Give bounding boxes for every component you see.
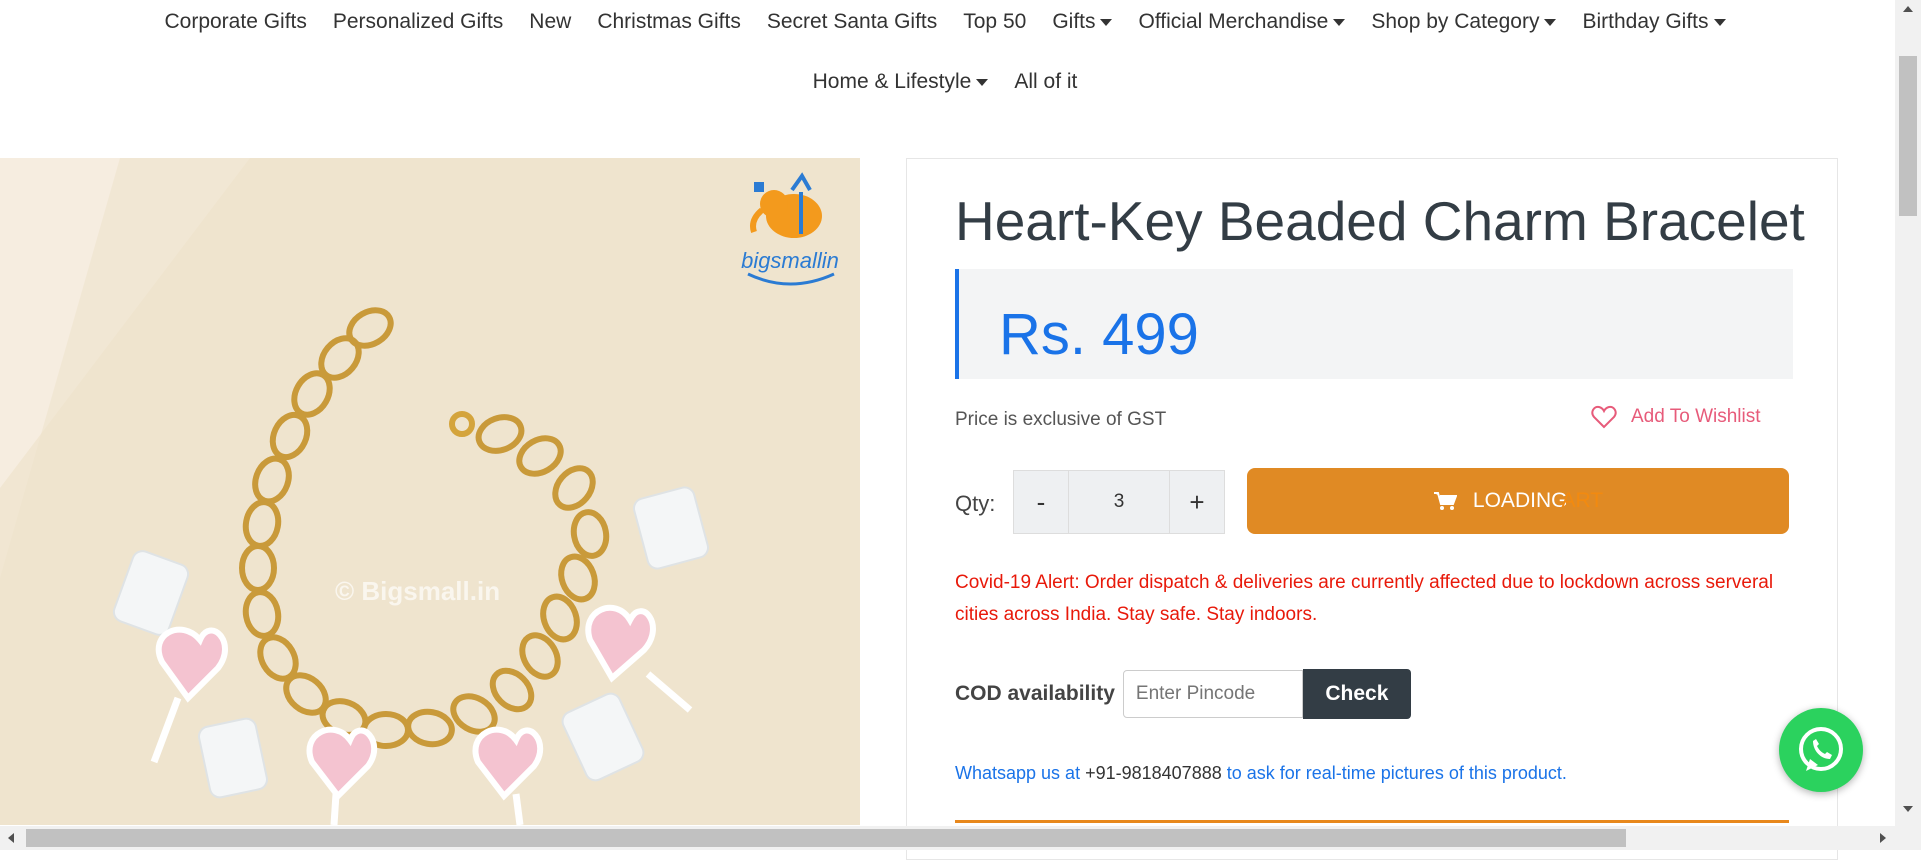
scroll-right-arrow-icon[interactable]	[1880, 833, 1886, 843]
nav-item-label: Christmas Gifts	[597, 10, 741, 33]
nav-item-label: Gifts	[1052, 10, 1096, 33]
quantity-stepper: - +	[1013, 470, 1225, 534]
qty-label: Qty:	[955, 491, 996, 516]
nav-item-top-50[interactable]: Top 50	[950, 10, 1039, 34]
qty-input[interactable]	[1068, 471, 1170, 533]
covid-alert: Covid-19 Alert: Order dispatch & deliver…	[955, 572, 1774, 625]
section-divider	[955, 820, 1789, 823]
whatsapp-chat-button[interactable]	[1779, 708, 1863, 792]
bracelet-photo	[0, 158, 860, 825]
qty-decrease-button[interactable]: -	[1014, 471, 1068, 533]
horizontal-scrollbar[interactable]	[0, 826, 1921, 850]
elephant-logo-icon: bigsmallin	[741, 172, 839, 286]
vertical-scrollbar[interactable]	[1895, 0, 1921, 826]
nav-item-label: Shop by Category	[1371, 10, 1540, 33]
scroll-up-arrow-icon[interactable]	[1903, 6, 1913, 12]
nav-item-home-lifestyle[interactable]: Home & Lifestyle	[800, 70, 1002, 94]
whatsapp-phone[interactable]: +91-9818407888	[1085, 763, 1222, 783]
product-details-card: Heart-Key Beaded Charm Bracelet Rs. 499 …	[906, 158, 1838, 860]
nav-item-gifts[interactable]: Gifts	[1039, 10, 1125, 34]
nav-row-primary: Corporate Gifts Personalized Gifts New Chri…	[0, 0, 1890, 44]
nav-item-official-merchandise[interactable]: Official Merchandise	[1125, 10, 1358, 34]
nav-item-label: Top 50	[963, 10, 1027, 33]
caret-down-icon	[1333, 18, 1346, 26]
whatsapp-suffix: to ask for real-time pictures of this pr…	[1226, 763, 1567, 783]
nav-item-all-of-it[interactable]: All of it	[1001, 70, 1090, 94]
cart-icon	[1433, 492, 1457, 510]
nav-item-label: Personalized Gifts	[332, 10, 504, 33]
cod-checker: COD availability Check	[955, 669, 1411, 719]
nav-item-shop-by-category[interactable]: Shop by Category	[1358, 10, 1569, 34]
bigsmall-logo: bigsmallin	[734, 170, 846, 290]
caret-down-icon	[1100, 18, 1113, 26]
nav-item-personalized-gifts[interactable]: Personalized Gifts	[320, 10, 516, 34]
vertical-scroll-thumb[interactable]	[1899, 56, 1917, 216]
check-pincode-button[interactable]: Check	[1302, 669, 1411, 719]
scroll-down-arrow-icon[interactable]	[1903, 806, 1913, 812]
svg-text:bigsmallin: bigsmallin	[741, 248, 839, 273]
nav-item-label: Birthday Gifts	[1582, 10, 1709, 33]
cart-button-label: LOADING	[1472, 489, 1568, 512]
nav-item-label: Corporate Gifts	[164, 10, 307, 33]
horizontal-scroll-thumb[interactable]	[26, 829, 1626, 847]
nav-item-label: Official Merchandise	[1138, 10, 1329, 33]
nav-item-new[interactable]: New	[516, 10, 584, 34]
add-to-wishlist-link[interactable]: Add To Wishlist	[1591, 405, 1761, 429]
product-image[interactable]: © Bigsmall.in	[0, 158, 860, 825]
scroll-left-arrow-icon[interactable]	[8, 833, 14, 843]
qty-increase-button[interactable]: +	[1170, 471, 1224, 533]
add-to-cart-button[interactable]: LOADINGART	[1247, 468, 1789, 534]
caret-down-icon	[1713, 18, 1726, 26]
nav-item-label: Home & Lifestyle	[812, 70, 972, 93]
caret-down-icon	[976, 78, 989, 86]
whatsapp-prefix: Whatsapp us at	[955, 763, 1081, 783]
cod-label: COD availability	[955, 682, 1115, 705]
pincode-input[interactable]	[1122, 670, 1303, 718]
nav-row-secondary: Home & Lifestyle All of it	[0, 60, 1890, 104]
whatsapp-contact-line: Whatsapp us at +91-9818407888 to ask for…	[955, 763, 1567, 784]
price-box: Rs. 499	[955, 269, 1793, 379]
nav-item-christmas-gifts[interactable]: Christmas Gifts	[584, 10, 754, 34]
nav-item-label: New	[529, 10, 572, 33]
heart-icon	[1591, 405, 1617, 429]
caret-down-icon	[1544, 18, 1557, 26]
nav-item-corporate-gifts[interactable]: Corporate Gifts	[151, 10, 319, 34]
product-price: Rs. 499	[999, 302, 1199, 367]
nav-item-birthday-gifts[interactable]: Birthday Gifts	[1569, 10, 1738, 34]
whatsapp-icon	[1799, 727, 1843, 771]
nav-item-label: All of it	[1014, 70, 1078, 93]
nav-item-label: Secret Santa Gifts	[766, 10, 938, 33]
wishlist-label: Add To Wishlist	[1631, 406, 1761, 427]
cart-button-faded-text: ART	[1561, 489, 1604, 512]
gst-note: Price is exclusive of GST	[955, 409, 1167, 430]
nav-item-secret-santa-gifts[interactable]: Secret Santa Gifts	[754, 10, 950, 34]
product-title: Heart-Key Beaded Charm Bracelet	[955, 190, 1805, 252]
image-watermark: © Bigsmall.in	[335, 576, 501, 606]
